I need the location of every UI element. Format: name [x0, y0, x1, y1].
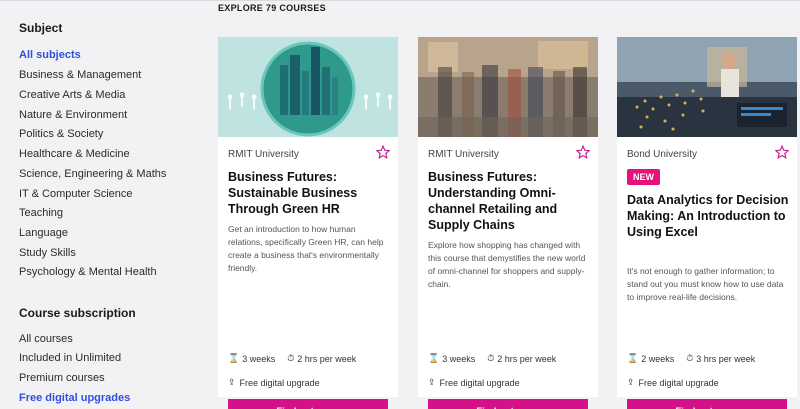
provider-name: Bond University	[627, 149, 698, 160]
subject-all[interactable]: All subjects	[19, 49, 81, 61]
data-office-image[interactable]	[617, 37, 797, 137]
duration: 3 weeks	[442, 353, 476, 364]
shopping-crowd-image[interactable]	[418, 37, 598, 137]
card-body: RMIT University Business Futures: Unders…	[418, 137, 598, 409]
course-card[interactable]: RMIT University Business Futures: Unders…	[418, 37, 598, 409]
star-icon[interactable]	[576, 145, 590, 159]
course-description: It's not enough to gather information; t…	[627, 266, 784, 302]
subject-psychology[interactable]: Psychology & Mental Health	[19, 266, 157, 278]
find-out-more-button[interactable]: Find out more	[627, 399, 787, 409]
course-description: Get an introduction to how human relatio…	[228, 224, 384, 273]
subscription-free-upgrades[interactable]: Free digital upgrades	[19, 392, 130, 404]
duration: 3 weeks	[242, 353, 276, 364]
stopwatch-icon: ⏱	[686, 353, 694, 363]
new-badge: NEW	[627, 169, 660, 185]
subscription-unlimited[interactable]: Included in Unlimited	[19, 352, 121, 364]
course-description: Explore how shopping has changed with th…	[428, 240, 586, 289]
upgrade-info: ⇪ Free digital upgrade	[228, 377, 320, 388]
course-title[interactable]: Data Analytics for Decision Making: An I…	[627, 192, 791, 240]
upgrade-icon: ⇪	[627, 377, 635, 387]
subscription-premium[interactable]: Premium courses	[19, 372, 105, 384]
course-meta: ⌛ 3 weeks ⏱ 2 hrs per week	[428, 353, 564, 364]
find-out-more-button[interactable]: Find out more	[428, 399, 588, 409]
find-out-more-button[interactable]: Find out more	[228, 399, 388, 409]
subject-study-skills[interactable]: Study Skills	[19, 247, 76, 259]
subject-business[interactable]: Business & Management	[19, 69, 141, 81]
subject-it[interactable]: IT & Computer Science	[19, 188, 133, 200]
course-card[interactable]: RMIT University Business Futures: Sustai…	[218, 37, 398, 409]
duration: 2 weeks	[641, 353, 675, 364]
course-count-label: EXPLORE 79 COURSES	[218, 3, 326, 13]
subscription-heading: Course subscription	[19, 306, 136, 320]
provider-name: RMIT University	[428, 149, 499, 160]
subject-heading: Subject	[19, 21, 63, 35]
effort: 3 hrs per week	[696, 353, 756, 364]
subscription-all[interactable]: All courses	[19, 333, 73, 345]
effort: 2 hrs per week	[497, 353, 557, 364]
upgrade-icon: ⇪	[228, 377, 236, 387]
upgrade-label: Free digital upgrade	[239, 377, 320, 388]
course-meta: ⌛ 2 weeks ⏱ 3 hrs per week	[627, 353, 763, 364]
upgrade-label: Free digital upgrade	[638, 377, 719, 388]
upgrade-info: ⇪ Free digital upgrade	[627, 377, 719, 388]
card-body: Bond University NEW Data Analytics for D…	[617, 137, 797, 409]
course-title[interactable]: Business Futures: Understanding Omni-cha…	[428, 169, 592, 233]
upgrade-info: ⇪ Free digital upgrade	[428, 377, 520, 388]
filter-sidebar: Subject All subjects Business & Manageme…	[0, 1, 200, 409]
card-body: RMIT University Business Futures: Sustai…	[218, 137, 398, 409]
stopwatch-icon: ⏱	[287, 353, 295, 363]
page: Subject All subjects Business & Manageme…	[0, 0, 800, 409]
course-title[interactable]: Business Futures: Sustainable Business T…	[228, 169, 392, 217]
subject-teaching[interactable]: Teaching	[19, 207, 63, 219]
subject-healthcare[interactable]: Healthcare & Medicine	[19, 148, 130, 160]
upgrade-label: Free digital upgrade	[439, 377, 520, 388]
green-city-image[interactable]	[218, 37, 398, 137]
course-meta: ⌛ 3 weeks ⏱ 2 hrs per week	[228, 353, 364, 364]
provider-name: RMIT University	[228, 149, 299, 160]
hourglass-icon: ⌛	[627, 353, 639, 363]
star-icon[interactable]	[775, 145, 789, 159]
course-card[interactable]: Bond University NEW Data Analytics for D…	[617, 37, 797, 409]
effort: 2 hrs per week	[297, 353, 357, 364]
stopwatch-icon: ⏱	[487, 353, 495, 363]
subject-politics[interactable]: Politics & Society	[19, 128, 103, 140]
hourglass-icon: ⌛	[228, 353, 240, 363]
upgrade-icon: ⇪	[428, 377, 436, 387]
subject-science[interactable]: Science, Engineering & Maths	[19, 168, 166, 180]
subject-language[interactable]: Language	[19, 227, 68, 239]
star-icon[interactable]	[376, 145, 390, 159]
subject-creative-arts[interactable]: Creative Arts & Media	[19, 89, 125, 101]
subject-nature[interactable]: Nature & Environment	[19, 109, 127, 121]
hourglass-icon: ⌛	[428, 353, 440, 363]
